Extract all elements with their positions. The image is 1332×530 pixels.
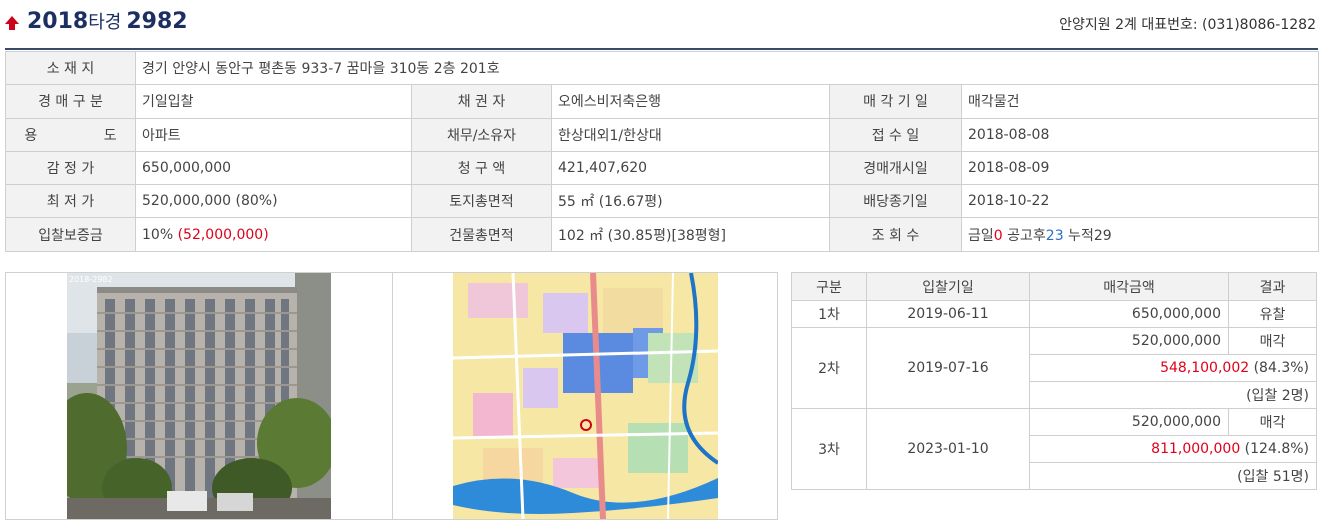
sale-percent: (124.8%) [1240,441,1309,457]
creditor-label: 채 권 자 [411,84,552,119]
sale-price-cell: 548,100,002 (84.3%) [1029,354,1317,382]
bid-result: 매각 [1228,408,1317,436]
views-after-label: 공고후 [1002,227,1046,244]
table-row: 입찰보증금 10% (52,000,000) 건물총면적 102 ㎡ (30.8… [5,217,1320,252]
round-label: 1차 [791,300,867,328]
debtor-owner-label: 채무/소유자 [411,117,552,152]
minimum-price-value: 520,000,000 (80%) [135,184,412,219]
column-header-bid-date: 입찰기일 [866,272,1030,301]
appraisal-label: 감 정 가 [5,150,136,186]
case-info-table: 소 재 지 경기 안양시 동안구 평촌동 933-7 꿈마을 310동 2층 2… [5,50,1320,252]
auction-type-label: 경 매 구 분 [5,84,136,119]
land-area-label: 토지총면적 [411,184,552,219]
minimum-price: 520,000,000 [1029,408,1229,436]
views-value: 금일0 공고후23 누적29 [960,217,1320,252]
views-after: 23 [1045,227,1064,244]
bid-date: 2019-07-16 [866,327,1030,409]
bid-date: 2019-06-11 [866,300,1030,328]
address-value: 경기 안양시 동안구 평촌동 933-7 꿈마을 310동 2층 201호 [134,50,1320,86]
address-label: 소 재 지 [5,50,136,86]
auction-type-value: 기일입찰 [135,84,412,119]
location-map[interactable] [453,273,718,519]
start-date-value: 2018-08-09 [960,150,1320,186]
minimum-price: 520,000,000 [1029,327,1229,355]
header-divider [5,48,1318,50]
deposit-value: 10% (52,000,000) [135,217,412,252]
bid-result: 매각 [1228,327,1317,355]
start-date-label: 경매개시일 [829,150,962,186]
bidder-count: (입찰 2명) [1029,381,1317,409]
creditor-value: 오에스비저축은행 [551,84,830,119]
claim-label: 청 구 액 [411,150,552,186]
deposit-amount: (52,000,000) [177,226,269,243]
building-area-value: 102 ㎡ (30.85평)[38평형] [551,217,830,252]
views-today: 0 [993,227,1003,244]
dividend-deadline-label: 배당종기일 [829,184,962,219]
sale-percent: (84.3%) [1249,360,1309,376]
received-date-label: 접 수 일 [829,117,962,152]
bidder-count: (입찰 51명) [1029,462,1317,490]
column-header-result: 결과 [1228,272,1317,301]
appraisal-value: 650,000,000 [135,150,412,186]
round-label: 3차 [791,408,867,490]
table-row: 최 저 가 520,000,000 (80%) 토지총면적 55 ㎡ (16.6… [5,184,1320,219]
debtor-owner-value: 한상대외1/한상대 [551,117,830,152]
photo-caption: 2018-2982 [69,275,113,284]
round-label: 2차 [791,327,867,409]
table-row: 소 재 지 경기 안양시 동안구 평촌동 933-7 꿈마을 310동 2층 2… [5,50,1320,86]
views-total: 29 [1093,227,1112,244]
photo-divider [392,273,393,519]
sale-price: 811,000,000 [1151,441,1241,457]
case-number: 2018타경 2982 [27,9,188,34]
minimum-price-label: 최 저 가 [5,184,136,219]
building-area-label: 건물총면적 [411,217,552,252]
arrow-up-icon [5,16,19,30]
usage-label: 용 도 [5,117,136,152]
dividend-deadline-value: 2018-10-22 [960,184,1320,219]
deposit-label: 입찰보증금 [5,217,136,252]
views-total-label: 누적 [1063,227,1094,244]
court-contact: 안양지원 2계 대표번호: (031)8086-1282 [1059,17,1316,33]
case-header: 2018타경 2982 안양지원 2계 대표번호: (031)8086-1282 [0,0,1332,44]
table-header-row: 구분 입찰기일 매각금액 결과 [791,272,1317,301]
land-area-value: 55 ㎡ (16.67평) [551,184,830,219]
sale-price-cell: 811,000,000 (124.8%) [1029,435,1317,463]
building-photo[interactable]: 2018-2982 [67,273,331,519]
table-row: 용 도 아파트 채무/소유자 한상대외1/한상대 접 수 일 2018-08-0… [5,117,1320,152]
claim-value: 421,407,620 [551,150,830,186]
bid-result: 유찰 [1228,300,1317,328]
views-label: 조 회 수 [829,217,962,252]
column-header-sale-amount: 매각금액 [1029,272,1229,301]
sale-date-label: 매 각 기 일 [829,84,962,119]
sale-price: 548,100,002 [1160,360,1250,376]
views-today-label: 금일 [968,227,994,244]
deposit-percent: 10% [142,226,178,243]
table-row: 3차 2023-01-10 520,000,000 매각 [791,408,1317,490]
table-row: 경 매 구 분 기일입찰 채 권 자 오에스비저축은행 매 각 기 일 매각물건 [5,84,1320,119]
sale-date-value: 매각물건 [960,84,1320,119]
table-row: 1차 2019-06-11 650,000,000 유찰 [791,300,1317,328]
received-date-value: 2018-08-08 [960,117,1320,152]
column-header-round: 구분 [791,272,867,301]
minimum-price: 650,000,000 [1029,300,1229,328]
table-row: 감 정 가 650,000,000 청 구 액 421,407,620 경매개시… [5,150,1320,186]
table-row: 2차 2019-07-16 520,000,000 매각 [791,327,1317,409]
bid-date: 2023-01-10 [866,408,1030,490]
bid-history-table: 구분 입찰기일 매각금액 결과 1차 2019-06-11 650,000,00… [791,272,1317,490]
property-photos: 2018-2982 [5,272,778,520]
usage-value: 아파트 [135,117,412,152]
